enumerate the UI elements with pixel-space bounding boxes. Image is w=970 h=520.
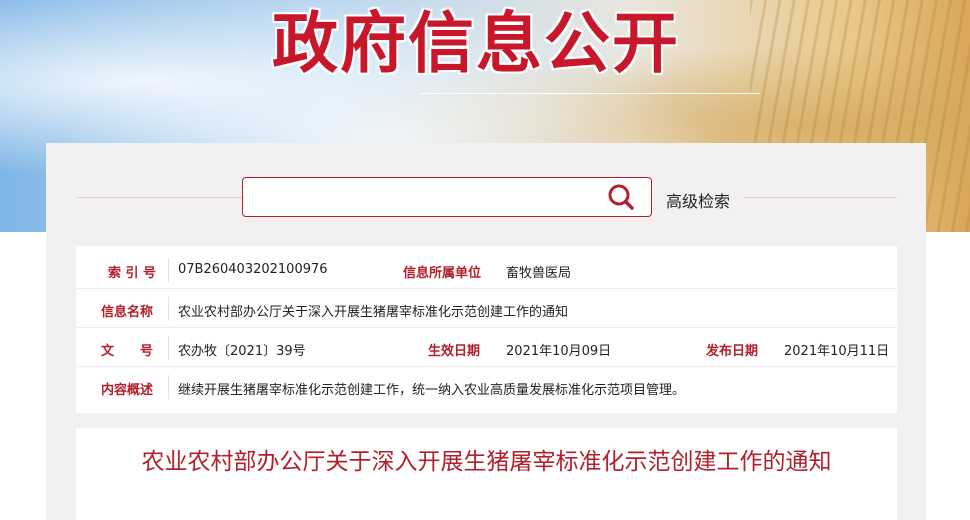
search-bar: 高级检索 xyxy=(46,143,926,243)
banner-title: 政府信息公开 xyxy=(272,5,680,82)
document-title-card: 农业农村部办公厅关于深入开展生猪屠宰标准化示范创建工作的通知 xyxy=(76,428,897,520)
effective-date-value: 2021年10月09日 xyxy=(506,344,612,359)
row-divider xyxy=(168,297,169,321)
advanced-search-link[interactable]: 高级检索 xyxy=(666,188,730,212)
info-row-summary: 内容概述 继续开展生猪屠宰标准化示范创建工作，统一纳入农业高质量发展标准化示范项… xyxy=(76,369,897,405)
info-table: 索 引 号 07B260403202100976 信息所属单位 畜牧兽医局 信息… xyxy=(76,246,897,413)
effective-date-label: 生效日期 xyxy=(428,344,481,359)
unit-value: 畜牧兽医局 xyxy=(506,266,572,281)
index-label: 索 引 号 xyxy=(108,266,157,281)
doc-number-label: 文 号 xyxy=(101,344,154,359)
unit-label: 信息所属单位 xyxy=(403,266,482,281)
search-input[interactable] xyxy=(251,182,595,212)
row-divider xyxy=(168,375,169,399)
publish-date-label: 发布日期 xyxy=(706,344,759,359)
search-box[interactable] xyxy=(242,177,652,217)
search-rule-left xyxy=(76,197,242,198)
info-row-index: 索 引 号 07B260403202100976 信息所属单位 畜牧兽医局 xyxy=(76,252,897,289)
summary-value: 继续开展生猪屠宰标准化示范创建工作，统一纳入农业高质量发展标准化示范项目管理。 xyxy=(178,383,686,398)
document-title: 农业农村部办公厅关于深入开展生猪屠宰标准化示范创建工作的通知 xyxy=(141,449,832,475)
search-rule-right xyxy=(743,197,897,198)
search-icon[interactable] xyxy=(606,183,636,211)
index-value: 07B260403202100976 xyxy=(178,262,328,277)
info-row-name: 信息名称 农业农村部办公厅关于深入开展生猪屠宰标准化示范创建工作的通知 xyxy=(76,291,897,328)
row-divider xyxy=(168,258,169,282)
publish-date-value: 2021年10月11日 xyxy=(784,344,890,359)
info-row-doc: 文 号 农办牧〔2021〕39号 生效日期 2021年10月09日 发布日期 2… xyxy=(76,330,897,367)
banner-divider xyxy=(420,93,760,94)
row-divider xyxy=(168,336,169,360)
doc-number-value: 农办牧〔2021〕39号 xyxy=(178,344,306,359)
name-value: 农业农村部办公厅关于深入开展生猪屠宰标准化示范创建工作的通知 xyxy=(178,305,569,320)
summary-label: 内容概述 xyxy=(101,383,154,398)
content-panel: 高级检索 索 引 号 07B260403202100976 信息所属单位 畜牧兽… xyxy=(46,143,926,520)
name-label: 信息名称 xyxy=(101,305,154,320)
